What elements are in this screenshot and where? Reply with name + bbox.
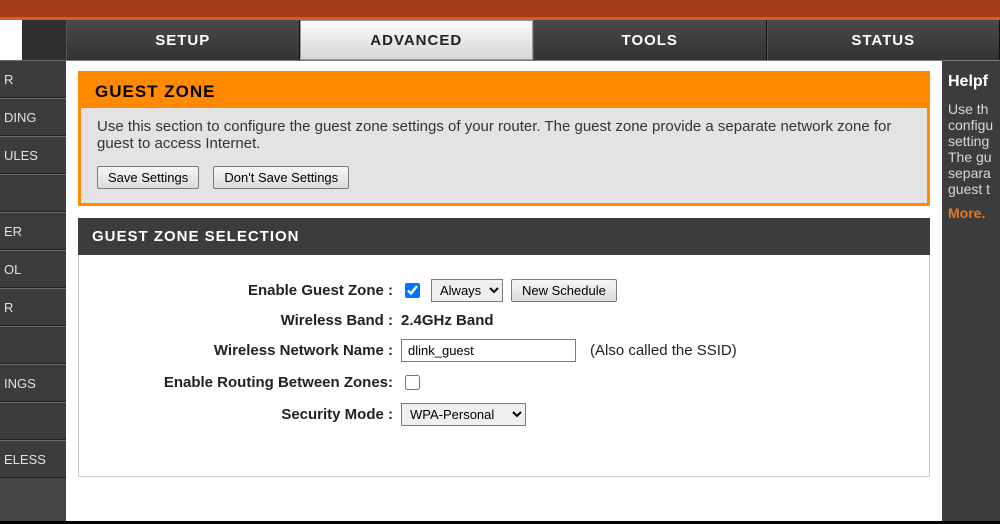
guest-zone-selection-body: Enable Guest Zone : Always New Schedule …: [78, 255, 930, 477]
schedule-select[interactable]: Always: [431, 279, 503, 302]
help-line: separa: [948, 165, 1000, 181]
sidebar-item[interactable]: [0, 326, 66, 364]
tab-advanced[interactable]: ADVANCED: [300, 20, 534, 60]
sidebar-item[interactable]: OL: [0, 250, 66, 288]
security-mode-select[interactable]: WPA-Personal: [401, 403, 526, 426]
sidebar-item[interactable]: INGS: [0, 364, 66, 402]
dont-save-settings-button[interactable]: Don't Save Settings: [213, 166, 349, 189]
tab-status[interactable]: STATUS: [767, 20, 1000, 60]
enable-guest-zone-checkbox[interactable]: [405, 283, 420, 298]
wireless-band-label: Wireless Band :: [101, 312, 401, 329]
guest-zone-title: GUEST ZONE: [81, 74, 927, 108]
sidebar-item[interactable]: DING: [0, 98, 66, 136]
routing-between-zones-label: Enable Routing Between Zones:: [101, 374, 401, 391]
sidebar-item[interactable]: R: [0, 288, 66, 326]
tab-setup[interactable]: SETUP: [66, 20, 300, 60]
ssid-label: Wireless Network Name :: [101, 342, 401, 359]
new-schedule-button[interactable]: New Schedule: [511, 279, 617, 302]
main-content: GUEST ZONE Use this section to configure…: [66, 61, 942, 521]
sidebar-item[interactable]: [0, 402, 66, 440]
guest-zone-selection-title: GUEST ZONE SELECTION: [78, 218, 930, 255]
enable-guest-zone-label: Enable Guest Zone :: [101, 282, 401, 299]
sidebar-item[interactable]: ELESS: [0, 440, 66, 478]
help-line: Use th: [948, 101, 1000, 117]
help-title: Helpf: [948, 73, 1000, 91]
guest-zone-description: Use this section to configure the guest …: [97, 118, 911, 152]
sidebar-logo-slot: [0, 20, 66, 60]
sidebar-item[interactable]: ER: [0, 212, 66, 250]
sidebar-item[interactable]: R: [0, 60, 66, 98]
help-line: configu: [948, 117, 1000, 133]
top-tabs: SETUPADVANCEDTOOLSSTATUS: [66, 20, 1000, 60]
sidebar-item[interactable]: [0, 174, 66, 212]
guest-zone-panel: GUEST ZONE Use this section to configure…: [78, 71, 930, 206]
security-mode-label: Security Mode :: [101, 406, 401, 423]
wireless-band-value: 2.4GHz Band: [401, 312, 494, 329]
routing-between-zones-checkbox[interactable]: [405, 375, 420, 390]
ssid-input[interactable]: [401, 339, 576, 362]
help-line: guest t: [948, 181, 1000, 197]
sidebar-item[interactable]: ULES: [0, 136, 66, 174]
help-more-link[interactable]: More.: [948, 205, 1000, 221]
left-sidebar: RDINGULESEROLRINGSELESS: [0, 20, 66, 521]
brand-bar: [0, 0, 1000, 20]
ssid-hint: (Also called the SSID): [590, 342, 737, 359]
tab-tools[interactable]: TOOLS: [533, 20, 767, 60]
help-line: setting: [948, 133, 1000, 149]
save-settings-button[interactable]: Save Settings: [97, 166, 199, 189]
help-line: The gu: [948, 149, 1000, 165]
help-sidebar: Helpf Use th configu setting The gu sepa…: [942, 61, 1000, 521]
